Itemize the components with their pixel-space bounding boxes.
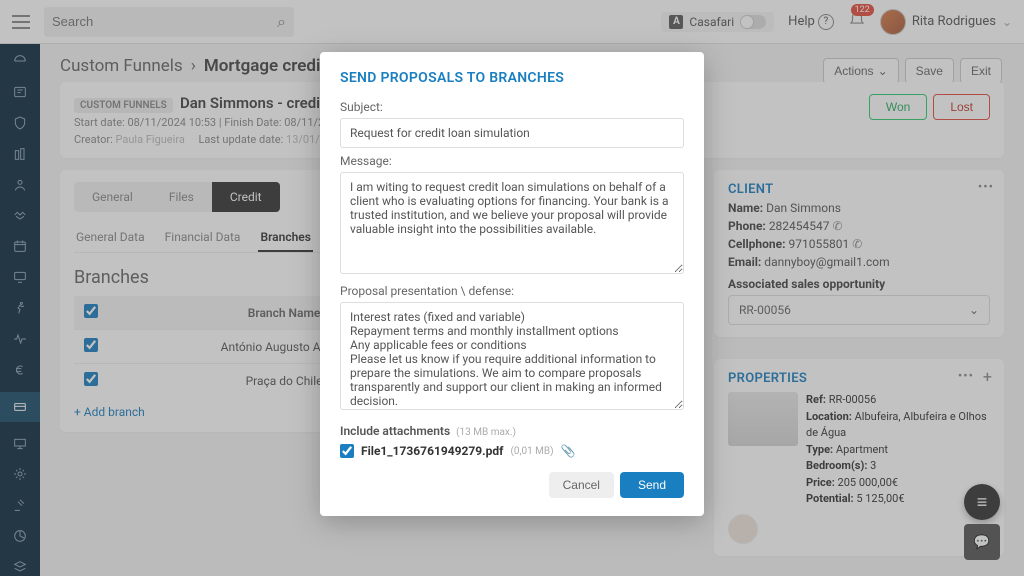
attachment-filename: File1_1736761949279.pdf — [361, 444, 503, 458]
modal-title: SEND PROPOSALS TO BRANCHES — [340, 70, 684, 86]
message-textarea[interactable] — [340, 172, 684, 274]
message-label: Message: — [340, 154, 684, 168]
modal-overlay[interactable]: SEND PROPOSALS TO BRANCHES Subject: Mess… — [0, 0, 1024, 576]
send-button[interactable]: Send — [620, 472, 684, 498]
attachments-label: Include attachments — [340, 424, 450, 438]
send-proposals-modal: SEND PROPOSALS TO BRANCHES Subject: Mess… — [320, 52, 704, 516]
attachment-row: File1_1736761949279.pdf (0,01 MB) 📎 — [340, 444, 684, 458]
subject-label: Subject: — [340, 100, 684, 114]
defense-label: Proposal presentation \ defense: — [340, 284, 684, 298]
paperclip-icon[interactable]: 📎 — [561, 444, 576, 458]
cancel-button[interactable]: Cancel — [549, 472, 614, 498]
defense-textarea[interactable] — [340, 302, 684, 410]
attachments-max: (13 MB max.) — [456, 427, 516, 438]
attachment-size: (0,01 MB) — [510, 446, 553, 457]
attachment-checkbox[interactable] — [340, 444, 354, 458]
subject-input[interactable] — [340, 118, 684, 148]
